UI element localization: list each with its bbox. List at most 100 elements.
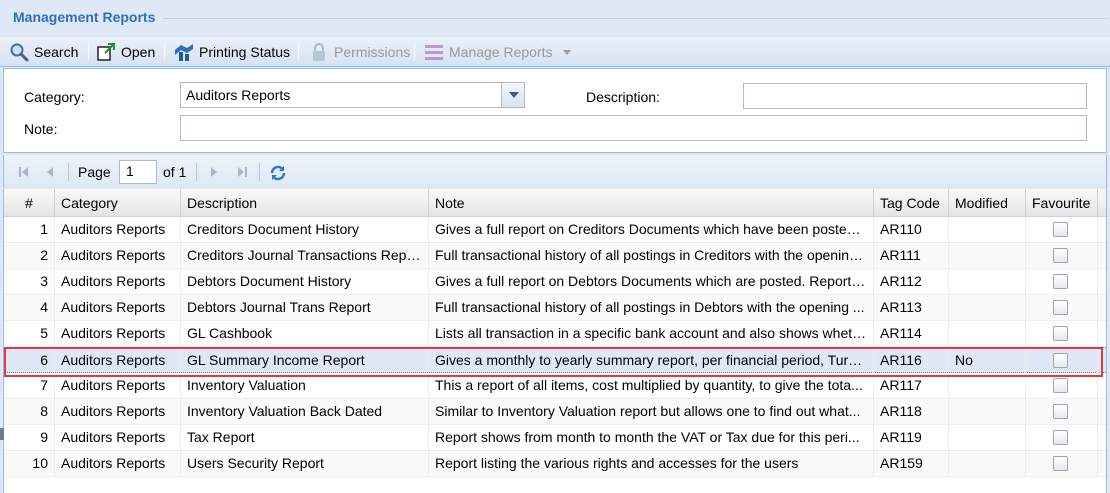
row-modified [949,373,1026,399]
row-tag-code: AR118 [874,399,949,425]
table-row[interactable]: 4 Auditors Reports Debtors Journal Trans R… [4,295,1106,321]
paging-toolbar: Page 1 of 1 [3,155,1107,188]
last-page-icon[interactable] [234,164,250,180]
favourite-checkbox[interactable] [1053,300,1068,315]
first-page-icon[interactable] [16,164,32,180]
row-category: Auditors Reports [55,425,181,451]
note-field[interactable] [180,115,1087,141]
prev-page-icon[interactable] [42,164,58,180]
chevron-down-icon [562,49,571,55]
column-header-number[interactable]: # [4,189,55,217]
open-button[interactable]: Open [96,41,155,63]
row-modified [949,321,1026,347]
description-label: Description: [586,89,660,105]
favourite-checkbox[interactable] [1053,456,1068,471]
management-reports-panel: Management Reports Search Open Printing … [0,0,1110,493]
table-row[interactable]: 6 Auditors Reports GL Summary Income Repor… [4,347,1106,374]
refresh-icon[interactable] [269,164,286,181]
row-favourite [1026,425,1098,451]
splitter-handle[interactable] [0,428,4,440]
reports-grid: # Category Description Note Tag Code Mod… [3,189,1107,493]
toolbar-separator [164,43,165,61]
favourite-checkbox[interactable] [1053,274,1068,289]
row-number: 6 [4,348,55,374]
column-header-note[interactable]: Note [429,189,874,217]
row-category: Auditors Reports [55,348,181,374]
table-row[interactable]: 7 Auditors Reports Inventory Valuation This… [4,373,1106,399]
row-note: Report shows from month to month the VAT… [429,425,874,451]
printing-status-icon [174,42,194,62]
row-number: 4 [4,295,55,321]
manage-reports-label: Manage Reports [449,44,553,60]
table-row[interactable]: 3 Auditors Reports Debtors Document Histor… [4,269,1106,295]
row-note: Gives a full report on Debtors Documents… [429,269,874,295]
row-number: 7 [4,373,55,399]
search-button[interactable]: Search [9,41,78,63]
page-number-input[interactable]: 1 [119,160,157,184]
row-description: GL Cashbook [181,321,429,347]
row-description: Tax Report [181,425,429,451]
row-number: 1 [4,217,55,243]
row-category: Auditors Reports [55,399,181,425]
row-number: 9 [4,425,55,451]
chevron-down-icon[interactable] [501,82,525,108]
table-row[interactable]: 10 Auditors Reports Users Security Report R… [4,451,1106,477]
search-label: Search [34,44,79,60]
row-note: Gives a full report on Creditors Documen… [429,217,874,243]
row-number: 5 [4,321,55,347]
category-select[interactable]: Auditors Reports [180,82,503,108]
list-icon [424,42,444,62]
row-note: This a report of all items, cost multipl… [429,373,874,399]
table-row[interactable]: 1 Auditors Reports Creditors Document Hist… [4,217,1106,243]
panel-title: Management Reports [13,9,156,25]
row-category: Auditors Reports [55,373,181,399]
favourite-checkbox[interactable] [1053,222,1068,237]
row-category: Auditors Reports [55,217,181,243]
printing-status-button[interactable]: Printing Status [174,41,290,63]
row-note: Lists all transaction in a specific bank… [429,321,874,347]
table-row[interactable]: 9 Auditors Reports Tax Report Report shows … [4,425,1106,451]
toolbar-separator [298,43,299,61]
row-description: Creditors Document History [181,217,429,243]
search-icon [9,42,29,62]
favourite-checkbox[interactable] [1053,326,1068,341]
column-header-category[interactable]: Category [55,189,181,217]
favourite-checkbox[interactable] [1053,248,1068,263]
row-favourite [1026,348,1098,374]
row-favourite [1026,399,1098,425]
row-tag-code: AR110 [874,217,949,243]
row-favourite [1026,269,1098,295]
manage-reports-button[interactable]: Manage Reports [424,41,571,63]
page-count: of 1 [163,164,187,180]
row-category: Auditors Reports [55,243,181,269]
row-category: Auditors Reports [55,451,181,477]
next-page-icon[interactable] [206,164,222,180]
column-header-tag-code[interactable]: Tag Code [874,189,949,217]
row-description: Creditors Journal Transactions Report [181,243,429,269]
panel-header: Management Reports [0,0,1110,37]
favourite-checkbox[interactable] [1053,353,1068,368]
column-header-modified[interactable]: Modified [949,189,1026,217]
row-tag-code: AR112 [874,269,949,295]
table-row[interactable]: 8 Auditors Reports Inventory Valuation Bac… [4,399,1106,425]
permissions-button[interactable]: Permissions [309,41,410,63]
favourite-checkbox[interactable] [1053,430,1068,445]
row-number: 8 [4,399,55,425]
table-row[interactable]: 5 Auditors Reports GL Cashbook Lists all tr… [4,321,1106,347]
column-header-description[interactable]: Description [181,189,429,217]
row-number: 3 [4,269,55,295]
toolbar-separator [88,43,89,61]
row-number: 10 [4,451,55,477]
open-external-icon [96,42,116,62]
category-label: Category: [24,89,85,105]
favourite-checkbox[interactable] [1053,404,1068,419]
row-note: Full transactional history of all postin… [429,295,874,321]
row-favourite [1026,295,1098,321]
grid-header: # Category Description Note Tag Code Mod… [4,189,1106,217]
favourite-checkbox[interactable] [1053,378,1068,393]
row-modified [949,243,1026,269]
description-field[interactable] [743,83,1087,109]
column-header-favourite[interactable]: Favourite [1026,189,1098,217]
row-category: Auditors Reports [55,269,181,295]
table-row[interactable]: 2 Auditors Reports Creditors Journal Trans… [4,243,1106,269]
